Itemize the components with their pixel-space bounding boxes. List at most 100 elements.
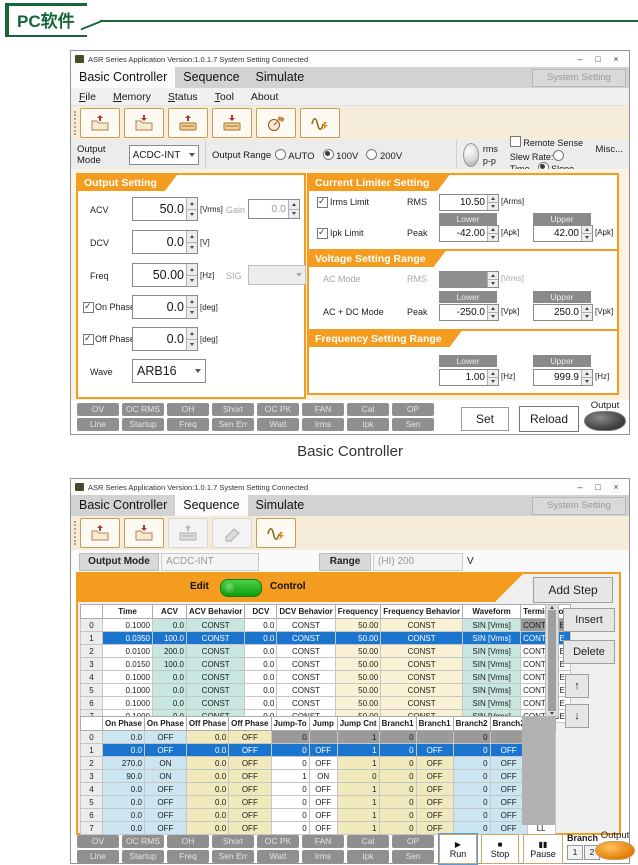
pause-button[interactable]: ▮▮Pause [523, 834, 563, 864]
table-cell[interactable]: 0.0 [103, 744, 145, 757]
table-cell[interactable]: OFF [144, 744, 186, 757]
table-cell[interactable]: 0 [379, 770, 416, 783]
row-header[interactable]: 5 [81, 796, 103, 809]
clear-button[interactable] [212, 518, 252, 548]
table-cell[interactable]: 1 [337, 809, 379, 822]
table-cell[interactable]: 0.0 [153, 619, 187, 632]
table-cell[interactable]: 0 [453, 796, 490, 809]
row-header[interactable]: 7 [81, 822, 103, 835]
table-cell[interactable]: OFF [229, 770, 271, 783]
column-header[interactable]: DCV [245, 605, 277, 619]
spinner-arrows[interactable] [186, 328, 197, 350]
table-cell[interactable]: OFF [416, 757, 453, 770]
column-header[interactable] [81, 605, 103, 619]
table-cell[interactable]: OFF [309, 822, 337, 835]
table-cell[interactable]: CONST [187, 697, 245, 710]
maximize-button[interactable]: □ [589, 479, 607, 495]
table-cell[interactable]: 0.0 [153, 684, 187, 697]
table-cell[interactable]: 0.0 [186, 770, 228, 783]
output-range-200v[interactable]: 200V [366, 151, 402, 162]
irms-input[interactable]: 10.50 [439, 194, 499, 211]
open-file-button[interactable] [80, 518, 120, 548]
table-cell[interactable]: CONST [381, 632, 463, 645]
run-button[interactable]: ▶Run [439, 834, 477, 864]
scroll-up-icon[interactable] [550, 606, 554, 609]
table-cell[interactable]: OFF [416, 744, 453, 757]
table-cell[interactable]: CONST [187, 619, 245, 632]
minimize-button[interactable]: – [571, 51, 589, 67]
table-cell[interactable]: 0.0 [186, 809, 228, 822]
output-range-radio[interactable] [275, 149, 286, 160]
table-cell[interactable]: SIN [Vrms] [463, 645, 521, 658]
table-cell[interactable]: 0 [453, 809, 490, 822]
table-cell[interactable]: 0 [453, 783, 490, 796]
table-cell[interactable]: ON [144, 757, 186, 770]
table-cell[interactable]: 0.0 [103, 822, 145, 835]
spinner-arrows[interactable] [487, 272, 498, 287]
row-header[interactable]: 4 [81, 783, 103, 796]
column-header[interactable]: Off Phase [186, 717, 228, 731]
delete-button[interactable]: Delete [563, 640, 615, 664]
stop-button[interactable]: ■Stop [481, 834, 519, 864]
table-cell[interactable]: 50.00 [335, 697, 380, 710]
output-range-radio[interactable] [323, 149, 334, 160]
table-cell[interactable]: 0.0 [186, 744, 228, 757]
table-cell[interactable]: 0.1000 [103, 619, 153, 632]
table-cell[interactable]: 0.0 [103, 796, 145, 809]
table-cell[interactable]: 0 [453, 731, 490, 744]
table-cell[interactable]: 0 [379, 731, 416, 744]
rotary-knob[interactable] [463, 143, 479, 167]
table-cell[interactable]: OFF [309, 796, 337, 809]
table-cell[interactable]: OFF [309, 809, 337, 822]
table-cell[interactable]: 0 [271, 744, 309, 757]
table-cell[interactable]: 0 [453, 757, 490, 770]
row-header[interactable]: 0 [81, 731, 103, 744]
column-header[interactable]: ACV [153, 605, 187, 619]
table-cell[interactable]: 0.0 [245, 632, 277, 645]
table-cell[interactable] [416, 731, 453, 744]
table-cell[interactable]: OFF [309, 783, 337, 796]
table-cell[interactable]: 1 [271, 770, 309, 783]
table-cell[interactable]: 0.0 [186, 822, 228, 835]
save-file-button[interactable] [124, 108, 164, 138]
spinner-arrows[interactable] [487, 226, 498, 241]
table-cell[interactable]: CONST [277, 684, 335, 697]
column-header[interactable]: On Phase [103, 717, 145, 731]
table-cell[interactable]: CONST [381, 658, 463, 671]
table-cell[interactable]: 0 [271, 809, 309, 822]
table-cell[interactable]: SIN [Vrms] [463, 697, 521, 710]
slew-rate-radio[interactable] [553, 150, 564, 161]
ipk-lower-input[interactable]: -42.00 [439, 225, 499, 242]
table-cell[interactable]: OFF [309, 757, 337, 770]
column-header[interactable] [81, 717, 103, 731]
scroll-down-icon[interactable] [550, 712, 554, 715]
sig-select[interactable] [248, 265, 306, 285]
ipk-upper-input[interactable]: 42.00 [533, 225, 593, 242]
table-cell[interactable]: OFF [144, 822, 186, 835]
table-cell[interactable] [309, 731, 337, 744]
column-header[interactable]: Jump Cnt [337, 717, 379, 731]
freq-upper-input[interactable]: 999.9 [533, 369, 593, 386]
dcv-input[interactable]: 0.0 [132, 230, 198, 254]
table-cell[interactable]: 50.00 [335, 645, 380, 658]
column-header[interactable]: Time [103, 605, 153, 619]
column-header[interactable]: Branch1 [379, 717, 416, 731]
waveform-edit-button[interactable] [256, 518, 296, 548]
output-range-radio[interactable] [366, 149, 377, 160]
row-header[interactable]: 6 [81, 809, 103, 822]
close-button[interactable]: × [607, 479, 625, 495]
table-cell[interactable]: 0 [337, 770, 379, 783]
output-toggle[interactable] [595, 841, 635, 860]
edit-control-toggle[interactable] [220, 579, 262, 597]
system-setting-button[interactable]: System Setting [532, 69, 626, 87]
table-cell[interactable]: 0.0 [245, 619, 277, 632]
system-setting-button[interactable]: System Setting [532, 497, 626, 515]
column-header[interactable]: Waveform [463, 605, 521, 619]
table-cell[interactable]: CONST [381, 645, 463, 658]
table-cell[interactable]: OFF [144, 731, 186, 744]
table-cell[interactable]: OFF [416, 809, 453, 822]
row-header[interactable]: 4 [81, 671, 103, 684]
title-bar[interactable]: ASR Series Application Version:1.0.1.7 S… [71, 479, 629, 495]
table-cell[interactable]: 0 [271, 796, 309, 809]
spinner-arrows[interactable] [186, 231, 197, 253]
